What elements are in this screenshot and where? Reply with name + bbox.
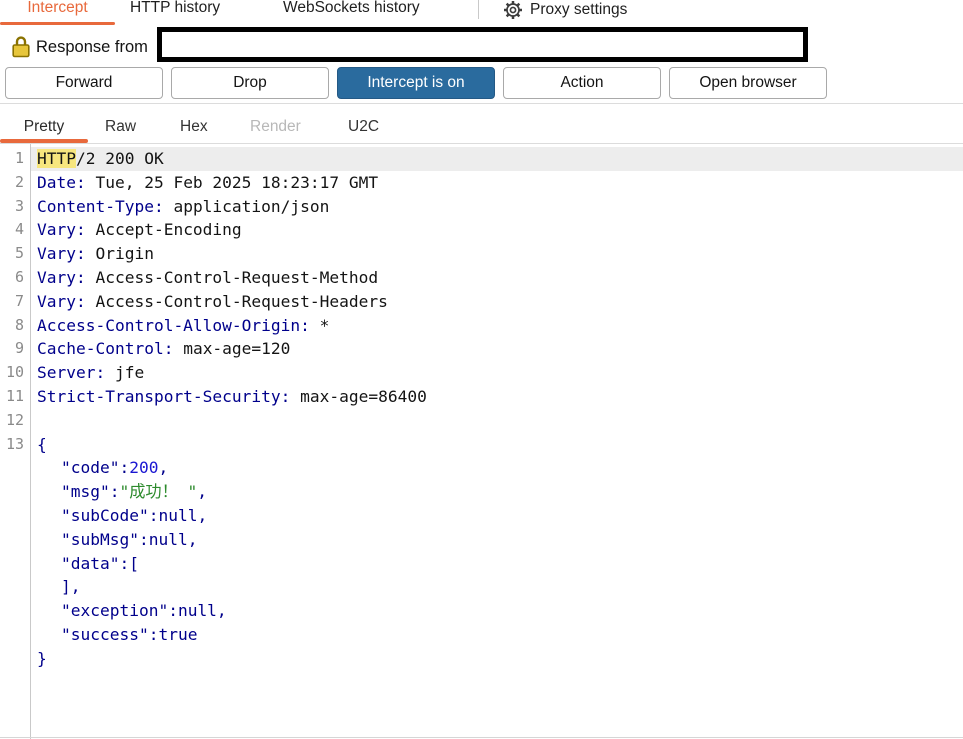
gear-icon [503, 0, 523, 20]
line-number [0, 599, 31, 623]
code-text: { [37, 434, 47, 454]
code-line: 8 Access-Control-Allow-Origin: * [0, 314, 963, 338]
code-line: "data":[ [0, 552, 963, 576]
code-line: } [0, 647, 963, 671]
proxy-settings-label: Proxy settings [530, 1, 628, 18]
line-number: 7 [14, 291, 24, 310]
code-text: Vary: Origin [37, 244, 154, 264]
proxy-tabbar: Intercept HTTP history WebSockets histor… [0, 0, 963, 26]
code-text: HTTP/2 200 OK [31, 147, 963, 171]
tab-hex[interactable]: Hex [180, 116, 208, 138]
code-text: Content-Type: application/json [37, 196, 330, 216]
code-text: Vary: Accept-Encoding [37, 220, 242, 240]
code-line: 4 Vary: Accept-Encoding [0, 218, 963, 242]
line-number: 12 [5, 410, 24, 429]
code-line: 11 Strict-Transport-Security: max-age=864… [0, 385, 963, 409]
code-line: "subCode":null, [0, 504, 963, 528]
tab-intercept[interactable]: Intercept [0, 0, 115, 20]
code-line: "subMsg":null, [0, 528, 963, 552]
code-line: 3 Content-Type: application/json [0, 195, 963, 219]
code-text: Server: jfe [37, 363, 145, 383]
tab-proxy-settings[interactable]: Proxy settings [503, 0, 627, 22]
line-number: 11 [5, 386, 24, 405]
active-tab-underline [0, 22, 115, 25]
tab-websockets-history[interactable]: WebSockets history [283, 0, 420, 20]
panel-bottom-border [0, 737, 963, 738]
line-number [0, 480, 31, 504]
code-line: 6 Vary: Access-Control-Request-Method [0, 266, 963, 290]
line-number [0, 528, 31, 552]
drop-button[interactable]: Drop [171, 67, 329, 99]
code-text: "data":[ [61, 553, 139, 573]
line-number: 10 [5, 363, 24, 382]
code-line: "success":true [0, 623, 963, 647]
line-number [0, 456, 31, 480]
burp-intercept-panel: Intercept HTTP history WebSockets histor… [0, 0, 963, 739]
forward-button[interactable]: Forward [5, 67, 163, 99]
code-text: Access-Control-Allow-Origin: * [37, 315, 330, 335]
line-number: 6 [14, 267, 24, 286]
line-number: 1 [14, 149, 24, 167]
toolbar-divider [0, 103, 963, 104]
response-editor[interactable]: 1 HTTP/2 200 OK 2 Date: Tue, 25 Feb 2025 18… [0, 147, 963, 737]
response-from-label: Response from [36, 38, 148, 56]
line-number: 3 [14, 196, 24, 215]
open-browser-button[interactable]: Open browser [669, 67, 827, 99]
line-number: 9 [14, 339, 24, 358]
line-number: 13 [5, 434, 24, 453]
code-text: Date: Tue, 25 Feb 2025 18:23:17 GMT [37, 172, 379, 192]
intercept-toggle-button[interactable]: Intercept is on [337, 67, 495, 99]
action-button[interactable]: Action [503, 67, 661, 99]
code-line: 13 { [0, 433, 963, 457]
tab-render: Render [250, 118, 301, 135]
code-line: 12 [0, 409, 963, 433]
code-text: } [37, 648, 47, 668]
tab-u2c[interactable]: U2C [348, 116, 379, 138]
code-line: 10 Server: jfe [0, 361, 963, 385]
code-text: "subCode":null, [61, 505, 208, 525]
code-text: "code":200, [61, 458, 169, 478]
lock-icon [12, 35, 30, 63]
code-line: 5 Vary: Origin [0, 242, 963, 266]
code-line: ], [0, 575, 963, 599]
line-number [0, 623, 31, 647]
line-number [0, 575, 31, 599]
line-number: 2 [14, 172, 24, 191]
editor-tabs-divider [0, 143, 963, 144]
code-text: Vary: Access-Control-Request-Method [37, 267, 379, 287]
code-text: Cache-Control: max-age=120 [37, 339, 291, 359]
code-line: 7 Vary: Access-Control-Request-Headers [0, 290, 963, 314]
code-text: Vary: Access-Control-Request-Headers [37, 291, 388, 311]
line-number: 4 [14, 220, 24, 239]
line-number [0, 504, 31, 528]
code-text: "msg":"成功！ ", [61, 482, 208, 502]
code-text: "subMsg":null, [61, 529, 198, 549]
code-line: 1 HTTP/2 200 OK [0, 147, 963, 171]
code-text: "exception":null, [61, 601, 227, 621]
tabbar-separator [478, 0, 479, 19]
line-number: 8 [14, 315, 24, 334]
code-line: "code":200, [0, 456, 963, 480]
code-text: Strict-Transport-Security: max-age=86400 [37, 386, 427, 406]
tab-pretty[interactable]: Pretty [0, 116, 88, 138]
code-text: ], [61, 577, 81, 597]
code-text: "success":true [61, 624, 198, 644]
line-number [0, 552, 31, 576]
tab-raw[interactable]: Raw [105, 116, 136, 138]
code-line: "msg":"成功！ ", [0, 480, 963, 504]
line-number [0, 647, 31, 671]
code-line: 9 Cache-Control: max-age=120 [0, 337, 963, 361]
code-line: "exception":null, [0, 599, 963, 623]
code-line: 2 Date: Tue, 25 Feb 2025 18:23:17 GMT [0, 171, 963, 195]
tab-http-history[interactable]: HTTP history [130, 0, 220, 20]
redaction-box [157, 27, 808, 62]
line-number: 5 [14, 244, 24, 263]
